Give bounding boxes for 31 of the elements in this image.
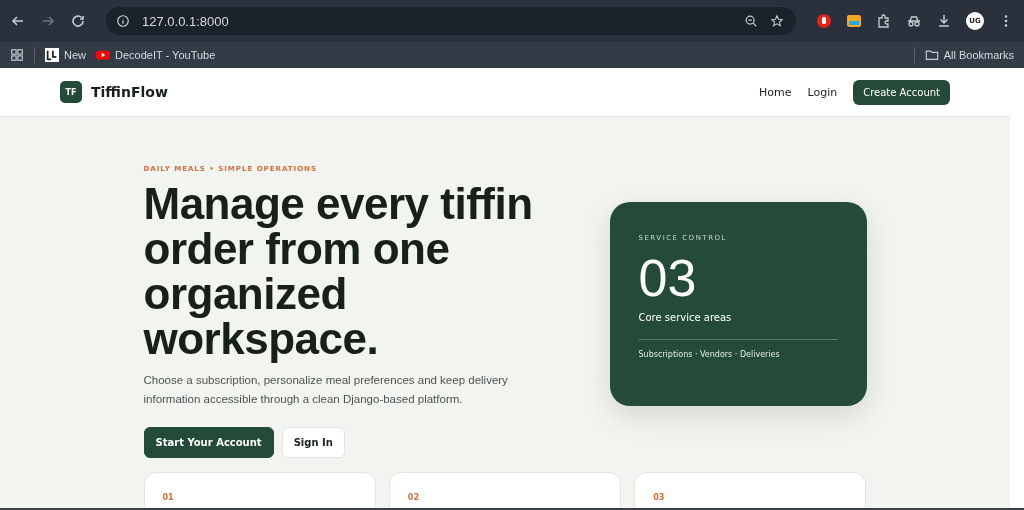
extension-tile-icon[interactable]: [846, 13, 862, 29]
address-bar[interactable]: 127.0.0.1:8000: [106, 7, 796, 35]
download-icon[interactable]: [936, 13, 952, 29]
panel-number: 03: [638, 249, 698, 306]
panel-footer: Subscriptions · Vendors · Deliveries: [638, 338, 838, 359]
puzzle-icon[interactable]: [876, 13, 892, 29]
bookmark[interactable]: New: [45, 48, 86, 62]
bookmark[interactable]: DecodeIT - YouTube: [96, 48, 216, 62]
url-text: 127.0.0.1:8000: [142, 13, 229, 29]
feature-number: 01: [162, 493, 174, 502]
start-account-button[interactable]: Start Your Account: [143, 427, 274, 458]
apps-grid-icon[interactable]: [10, 48, 24, 62]
sign-in-button[interactable]: Sign In: [281, 427, 345, 458]
folder-icon: [924, 48, 939, 62]
reload-icon[interactable]: [70, 13, 86, 29]
hero-description: Choose a subscription, personalize meal preferences and keep delivery information accessible through a clean Django-based platform.: [143, 373, 509, 407]
create-account-button[interactable]: Create Account: [853, 79, 950, 105]
star-icon[interactable]: [770, 14, 784, 28]
brand-name[interactable]: TiffinFlow: [91, 84, 168, 100]
play-favicon-icon: [96, 48, 110, 62]
feature-number: 03: [653, 493, 665, 502]
feature-number: 02: [407, 493, 419, 502]
all-bookmarks[interactable]: All Bookmarks: [924, 48, 1014, 62]
nav-link[interactable]: Login: [807, 85, 838, 99]
info-icon[interactable]: [116, 14, 130, 28]
nav-link[interactable]: Home: [759, 85, 792, 99]
panel-caption: Core service areas: [638, 311, 733, 323]
logo-badge[interactable]: TF: [60, 81, 82, 103]
hero-headline: Manage every tiffin order from one organized workspace.: [143, 181, 534, 361]
zoom-icon[interactable]: [744, 14, 758, 28]
app-favicon-icon: [45, 48, 59, 62]
